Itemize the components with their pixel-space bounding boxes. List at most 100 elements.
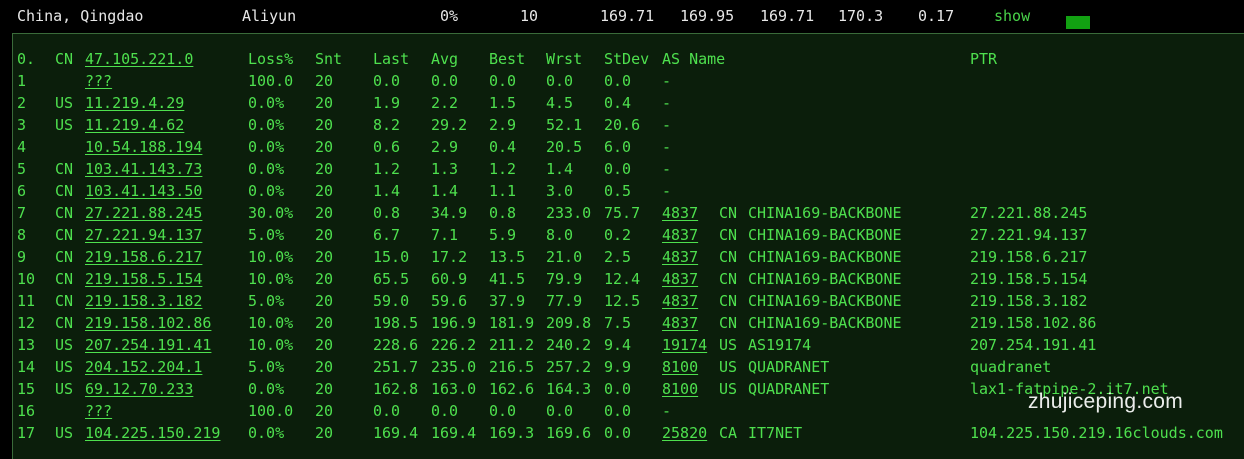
hop-stdev: 0.4 — [604, 94, 632, 112]
hop-asn[interactable]: 4837 — [662, 246, 698, 268]
hop-snt: 20 — [315, 248, 334, 266]
mtr-result-page: China, Qingdao Aliyun 0% 10 169.71 169.9… — [0, 0, 1244, 459]
hop-asn[interactable]: 4837 — [662, 312, 698, 334]
hop-snt: 20 — [315, 160, 334, 178]
hop-ip-link[interactable]: 11.219.4.29 — [85, 92, 184, 114]
hop-wrst: 77.9 — [546, 292, 583, 310]
hop-ip-link[interactable]: 204.152.204.1 — [85, 356, 202, 378]
table-row: 9 CN 219.158.6.217 10.0% 20 15.0 17.2 13.5 21.0 2… — [0, 246, 1244, 268]
summary-row: China, Qingdao Aliyun 0% 10 169.71 169.9… — [0, 0, 1244, 33]
header-avg: Avg — [431, 50, 459, 68]
hop-snt: 20 — [315, 424, 334, 442]
table-row: 5 CN 103.41.143.73 0.0% 20 1.2 1.3 1.2 1.4 0.0 - — [0, 158, 1244, 180]
hop-wrst: 20.5 — [546, 138, 583, 156]
hop-asn[interactable]: 4837 — [662, 268, 698, 290]
hop-loss: 10.0% — [248, 248, 294, 266]
hop-ip-link[interactable]: 219.158.6.217 — [85, 246, 202, 268]
hop-number: 3 — [17, 116, 27, 134]
summary-sent: 10 — [520, 7, 539, 25]
show-button[interactable]: show — [994, 0, 1030, 33]
hop-avg: 59.6 — [431, 292, 468, 310]
hop-country: US — [55, 94, 74, 112]
hop-ip-link[interactable]: 11.219.4.62 — [85, 114, 184, 136]
hop-avg: 163.0 — [431, 380, 477, 398]
hop-ptr: quadranet — [970, 358, 1052, 376]
hop-asn[interactable]: 8100 — [662, 378, 698, 400]
hop-country: CN — [55, 182, 74, 200]
hop-as-name: IT7NET — [748, 424, 803, 442]
hop-asn[interactable]: 19174 — [662, 334, 707, 356]
hop-country: CN — [55, 292, 74, 310]
summary-avg: 169.95 — [680, 7, 735, 25]
hop-avg: 0.0 — [431, 402, 459, 420]
table-row: 14 US 204.152.204.1 5.0% 20 251.7 235.0 216.5 25… — [0, 356, 1244, 378]
hop-asn: - — [662, 402, 672, 420]
table-header: 0. CN 47.105.221.0 Loss% Snt Last Avg Be… — [0, 48, 1244, 70]
hop-last: 228.6 — [373, 336, 419, 354]
table-row: 2 US 11.219.4.29 0.0% 20 1.9 2.2 1.5 4.5 0.4 - — [0, 92, 1244, 114]
hop-ip-link[interactable]: 207.254.191.41 — [85, 334, 211, 356]
hop-stdev: 0.0 — [604, 160, 632, 178]
hop-ptr: 219.158.102.86 — [970, 314, 1097, 332]
hop-snt: 20 — [315, 358, 334, 376]
hop-country: US — [55, 424, 74, 442]
hop-snt: 20 — [315, 402, 334, 420]
hop-asn[interactable]: 8100 — [662, 356, 698, 378]
table-row: 7 CN 27.221.88.245 30.0% 20 0.8 34.9 0.8 233.0 75… — [0, 202, 1244, 224]
hop-ip-link[interactable]: 27.221.94.137 — [85, 224, 202, 246]
table-row: 3 US 11.219.4.62 0.0% 20 8.2 29.2 2.9 52.1 20.6 - — [0, 114, 1244, 136]
hop-asn[interactable]: 25820 — [662, 422, 707, 444]
hop-asn: - — [662, 116, 672, 134]
hop-asn[interactable]: 4837 — [662, 224, 698, 246]
hop-snt: 20 — [315, 204, 334, 222]
hop-number: 14 — [17, 358, 36, 376]
hop-best: 37.9 — [489, 292, 526, 310]
table-row: 17 US 104.225.150.219 0.0% 20 169.4 169.4 169.3… — [0, 422, 1244, 444]
hop-asn[interactable]: 4837 — [662, 290, 698, 312]
hop-snt: 20 — [315, 336, 334, 354]
hop-ptr: 219.158.3.182 — [970, 292, 1088, 310]
summary-best: 169.71 — [760, 7, 815, 25]
hop-loss: 100.0 — [248, 402, 294, 420]
hop-ip-link[interactable]: 103.41.143.73 — [85, 158, 202, 180]
header-ip-link[interactable]: 47.105.221.0 — [85, 48, 193, 70]
hop-best: 181.9 — [489, 314, 535, 332]
hop-ip-link[interactable]: ??? — [85, 400, 112, 422]
table-row: 8 CN 27.221.94.137 5.0% 20 6.7 7.1 5.9 8.0 0.2 483… — [0, 224, 1244, 246]
hop-wrst: 1.4 — [546, 160, 574, 178]
hop-loss: 0.0% — [248, 94, 285, 112]
hop-asn: - — [662, 160, 672, 178]
hop-wrst: 8.0 — [546, 226, 574, 244]
summary-loss: 0% — [440, 7, 459, 25]
hop-last: 198.5 — [373, 314, 419, 332]
hop-ip-link[interactable]: 27.221.88.245 — [85, 202, 202, 224]
hop-ip-link[interactable]: 219.158.3.182 — [85, 290, 202, 312]
hop-wrst: 52.1 — [546, 116, 583, 134]
hop-country: CN — [55, 160, 74, 178]
table-row: 4 10.54.188.194 0.0% 20 0.6 2.9 0.4 20.5 6.0 - — [0, 136, 1244, 158]
hop-ip-link[interactable]: 104.225.150.219 — [85, 422, 220, 444]
hop-as-name: QUADRANET — [748, 358, 830, 376]
hop-snt: 20 — [315, 94, 334, 112]
hop-ip-link[interactable]: ??? — [85, 70, 112, 92]
hop-as-name: AS19174 — [748, 336, 812, 354]
hop-best: 5.9 — [489, 226, 517, 244]
hop-number: 7 — [17, 204, 27, 222]
hop-loss: 5.0% — [248, 358, 285, 376]
hop-ip-link[interactable]: 219.158.5.154 — [85, 268, 202, 290]
hop-last: 0.8 — [373, 204, 401, 222]
hop-asn[interactable]: 4837 — [662, 202, 698, 224]
hop-ip-link[interactable]: 219.158.102.86 — [85, 312, 211, 334]
hop-wrst: 209.8 — [546, 314, 592, 332]
hop-ip-link[interactable]: 69.12.70.233 — [85, 378, 193, 400]
hop-ip-link[interactable]: 103.41.143.50 — [85, 180, 202, 202]
hop-loss: 0.0% — [248, 160, 285, 178]
hop-ip-link[interactable]: 10.54.188.194 — [85, 136, 202, 158]
hop-snt: 20 — [315, 72, 334, 90]
hop-number: 11 — [17, 292, 36, 310]
hop-avg: 7.1 — [431, 226, 459, 244]
hop-avg: 196.9 — [431, 314, 477, 332]
hop-snt: 20 — [315, 182, 334, 200]
hop-as-name: CHINA169-BACKBONE — [748, 204, 902, 222]
hop-last: 1.2 — [373, 160, 401, 178]
